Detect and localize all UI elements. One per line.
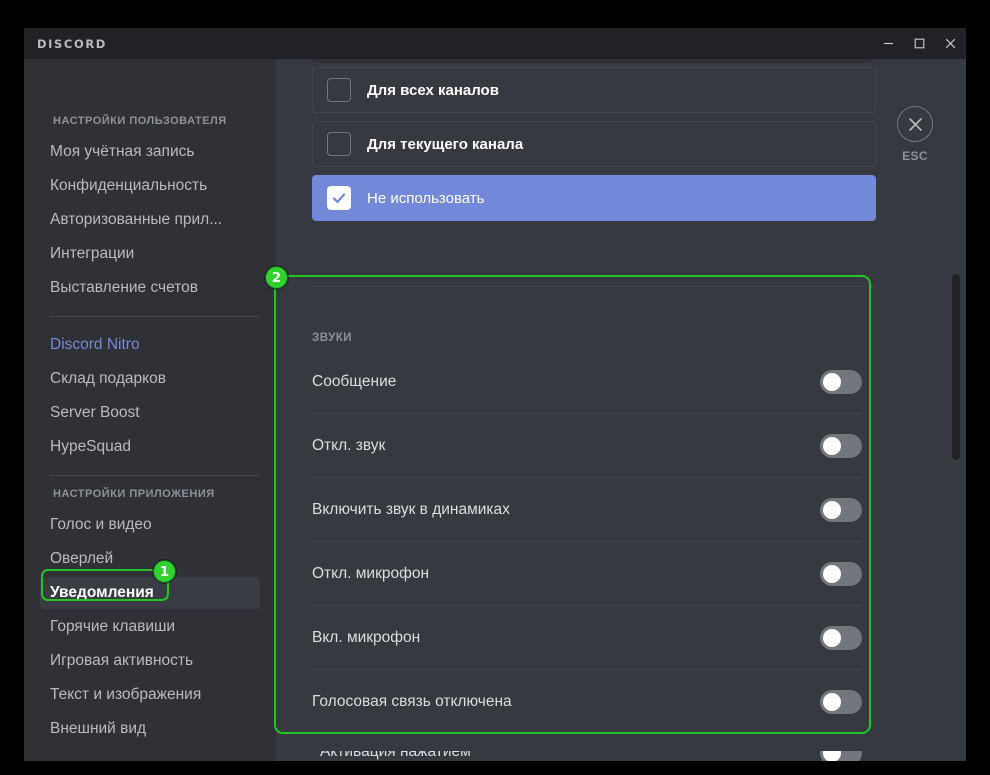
sidebar-item-server-boost[interactable]: Server Boost [40, 397, 260, 429]
sound-label: Откл. микрофон [312, 564, 430, 582]
settings-sidebar: НАСТРОЙКИ ПОЛЬЗОВАТЕЛЯ Моя учётная запис… [24, 59, 276, 761]
close-button[interactable] [935, 28, 966, 59]
app-brand-logo: DISCORD [37, 36, 107, 51]
sidebar-item-label: Discord Nitro [50, 336, 140, 353]
sound-label: Вкл. микрофон [312, 628, 421, 646]
sidebar-divider-2 [50, 475, 260, 476]
checkbox-all-channels[interactable] [327, 78, 351, 102]
toggle-sound-mute[interactable] [820, 561, 862, 586]
toggle-sound-message[interactable] [820, 369, 862, 394]
sidebar-item-label: Авторизованные прил... [50, 211, 223, 228]
sound-row-unmute: Вкл. микрофон [312, 606, 862, 670]
window-controls [873, 28, 966, 59]
sidebar-item-label: Моя учётная запись [50, 143, 195, 160]
sidebar-item-gift-inventory[interactable]: Склад подарков [40, 363, 260, 395]
toggle-knob [823, 436, 841, 455]
toggle-knob [823, 751, 841, 761]
sound-row-mute: Откл. микрофон [312, 542, 862, 606]
sidebar-item-label: Оверлей [50, 550, 114, 567]
sound-row-message: Сообщение [312, 350, 862, 414]
sidebar-item-label: Игровая активность [50, 652, 194, 669]
sound-label: Активация нажатием [320, 751, 471, 760]
sidebar-item-discord-nitro[interactable]: Discord Nitro [40, 329, 260, 361]
toggle-sound-deafen[interactable] [820, 433, 862, 458]
toggle-sound-unmute[interactable] [820, 625, 862, 650]
sounds-section: ЗВУКИ Сообщение Откл. звук Включить звук… [284, 310, 884, 761]
sidebar-item-voice-video[interactable]: Голос и видео [40, 509, 260, 541]
toggle-knob [823, 693, 841, 711]
option-label: Для всех каналов [367, 81, 499, 99]
sidebar-item-authorized-apps[interactable]: Авторизованные прил... [40, 204, 260, 236]
notification-scope-options: Для всех каналов Для текущего канала Не … [312, 67, 876, 229]
sidebar-item-privacy[interactable]: Конфиденциальность [40, 170, 260, 202]
minimize-button[interactable] [873, 28, 904, 59]
sidebar-item-text-images[interactable]: Текст и изображения [40, 679, 260, 711]
sidebar-item-billing[interactable]: Выставление счетов [40, 272, 260, 304]
sound-label: Голосовая связь отключена [312, 693, 512, 710]
sidebar-item-integrations[interactable]: Интеграции [40, 238, 260, 270]
esc-label: ESC [902, 149, 928, 163]
check-icon [332, 193, 346, 204]
toggle-knob [823, 500, 841, 519]
sidebar-item-overlay[interactable]: Оверлей [40, 543, 260, 575]
sounds-row-list: Сообщение Откл. звук Включить звук в дин… [284, 350, 884, 734]
toggle-sound-voice-disconnected[interactable] [820, 690, 862, 714]
option-label: Для текущего канала [367, 135, 524, 153]
esc-close-control[interactable]: ESC [882, 106, 948, 163]
sound-label: Сообщение [312, 372, 397, 390]
sidebar-item-label: Конфиденциальность [50, 177, 208, 194]
sound-row-deafen: Откл. звук [312, 414, 862, 478]
sounds-section-title: ЗВУКИ [312, 332, 353, 344]
sidebar-item-label: Выставление счетов [50, 279, 198, 296]
sound-label: Откл. звук [312, 436, 386, 454]
sidebar-item-label: Горячие клавиши [50, 618, 176, 635]
toggle-knob [823, 372, 841, 391]
section-divider [312, 286, 876, 287]
sidebar-section-header-app: НАСТРОЙКИ ПРИЛОЖЕНИЯ [53, 488, 215, 500]
sidebar-item-appearance[interactable]: Внешний вид [40, 713, 260, 745]
screen-root: DISCORD НАСТРОЙКИ ПОЛЬЗОВАТЕЛЯ Моя учётн… [0, 0, 990, 775]
checkbox-do-not-use[interactable] [327, 186, 351, 210]
sidebar-item-notifications[interactable]: Уведомления [40, 577, 260, 609]
sidebar-divider-1 [50, 316, 260, 317]
discord-settings-window: DISCORD НАСТРОЙКИ ПОЛЬЗОВАТЕЛЯ Моя учётн… [24, 28, 966, 761]
content-scrollbar-thumb[interactable] [952, 274, 960, 460]
sound-row-voice-disconnected: Голосовая связь отключена [312, 670, 862, 734]
option-do-not-use[interactable]: Не использовать [312, 175, 876, 221]
settings-content: Для всех каналов Для текущего канала Не … [276, 59, 966, 761]
sound-row-ptt-activate-clipped: Активация нажатием [320, 751, 876, 761]
sidebar-item-label: HypeSquad [50, 438, 132, 455]
sound-label: Включить звук в динамиках [312, 500, 510, 518]
sidebar-item-hypesquad[interactable]: HypeSquad [40, 431, 260, 463]
checkbox-current-channel[interactable] [327, 132, 351, 156]
sidebar-item-label: Интеграции [50, 245, 135, 262]
sidebar-item-label: Голос и видео [50, 516, 152, 533]
option-all-channels[interactable]: Для всех каналов [312, 67, 876, 113]
toggle-sound-undeafen[interactable] [820, 497, 862, 522]
sidebar-section-header-user: НАСТРОЙКИ ПОЛЬЗОВАТЕЛЯ [53, 115, 227, 127]
sidebar-item-my-account[interactable]: Моя учётная запись [40, 136, 260, 168]
sidebar-item-game-activity[interactable]: Игровая активность [40, 645, 260, 677]
sidebar-item-label: Текст и изображения [50, 686, 202, 703]
option-label: Не использовать [367, 189, 485, 207]
clipped-panel-top [312, 59, 872, 63]
sidebar-item-label: Склад подарков [50, 370, 166, 387]
toggle-sound-ptt-activate[interactable] [820, 751, 862, 761]
toggle-knob [823, 628, 841, 647]
title-bar: DISCORD [24, 28, 966, 59]
sidebar-item-label: Уведомления [50, 584, 154, 601]
option-current-channel[interactable]: Для текущего канала [312, 121, 876, 167]
sidebar-item-label: Внешний вид [50, 720, 147, 737]
maximize-button[interactable] [904, 28, 935, 59]
sidebar-item-label: Server Boost [50, 404, 140, 421]
toggle-knob [823, 564, 841, 583]
sound-row-undeafen: Включить звук в динамиках [312, 478, 862, 542]
sidebar-item-keybinds[interactable]: Горячие клавиши [40, 611, 260, 643]
close-x-icon[interactable] [897, 106, 933, 142]
